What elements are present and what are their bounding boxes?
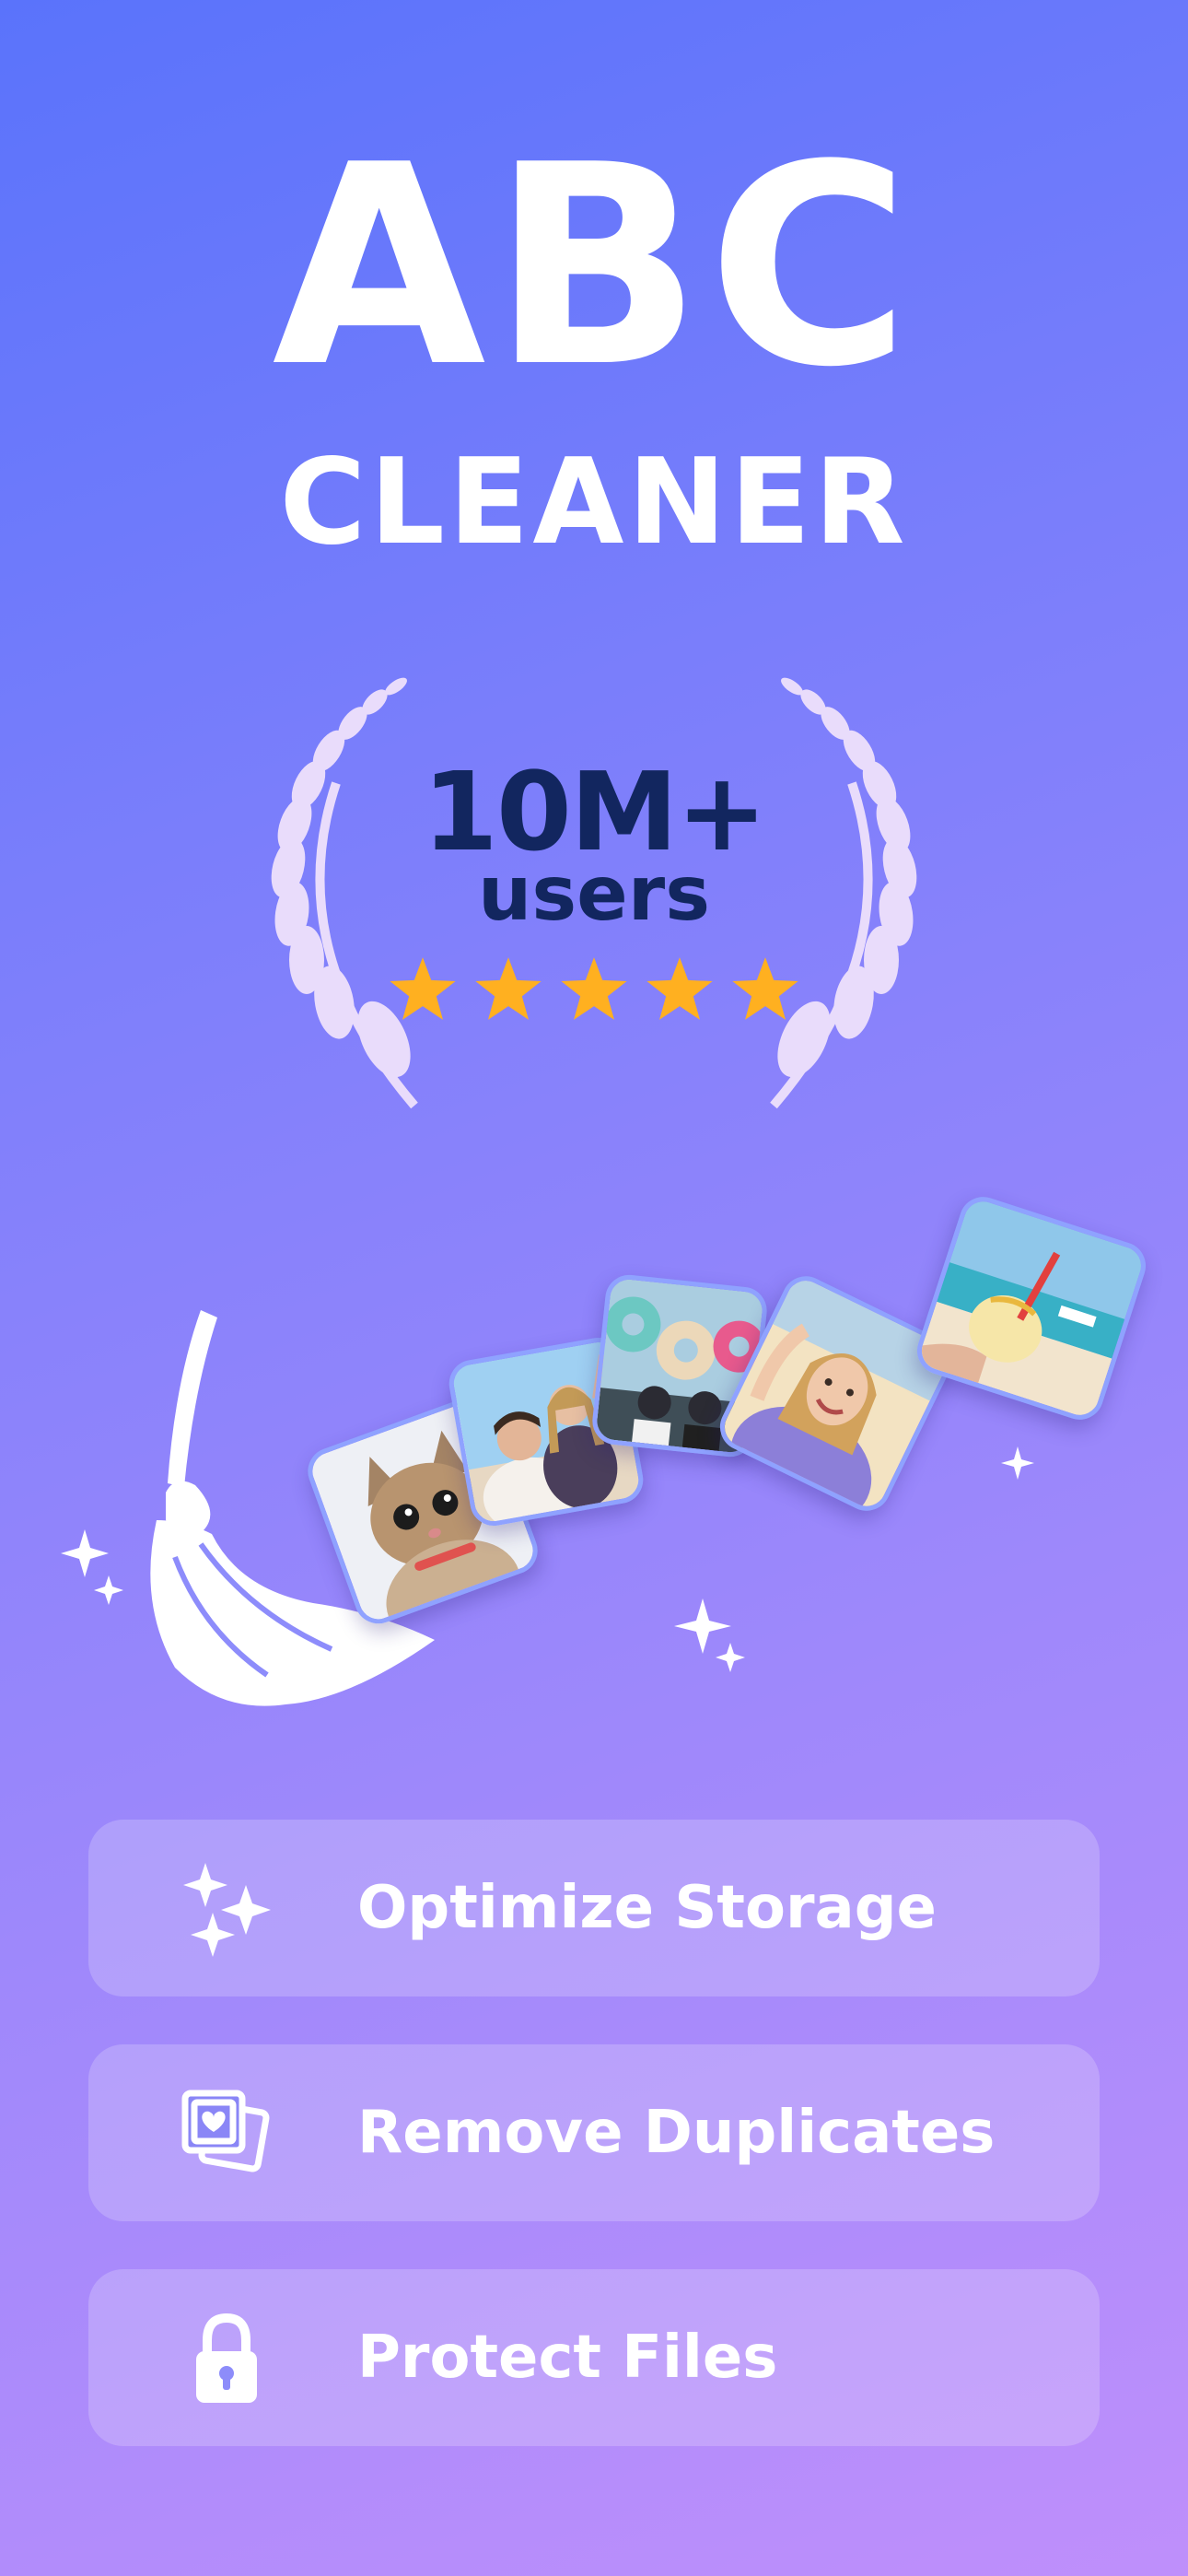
onboarding-screen: ABC CLEANER 10M+ users Optimize Storage … (0, 0, 1188, 2576)
feature-remove-duplicates[interactable]: Remove Duplicates (88, 2044, 1100, 2221)
photos-icon (181, 2090, 270, 2172)
star-icon (475, 957, 542, 1020)
star-icon (646, 957, 713, 1020)
users-award-badge: 10M+ users (226, 673, 962, 1115)
star-icon (390, 957, 456, 1020)
feature-label: Optimize Storage (357, 1874, 937, 1942)
app-subtitle: CLEANER (279, 434, 909, 571)
users-label: users (477, 850, 711, 938)
beach-drink-photo (911, 1190, 1152, 1426)
sparkles-icon (183, 1863, 271, 1957)
star-icon (732, 957, 798, 1020)
feature-optimize-storage[interactable]: Optimize Storage (88, 1820, 1100, 1996)
feature-protect-files[interactable]: Protect Files (88, 2269, 1100, 2446)
cleaning-illustration (0, 1170, 1188, 1760)
sparkle-small-icon (1001, 1446, 1034, 1480)
app-title: ABC (272, 106, 916, 427)
feature-label: Protect Files (357, 2324, 778, 2392)
feature-label: Remove Duplicates (357, 2099, 996, 2167)
rating-stars (387, 954, 801, 1028)
star-icon (561, 957, 627, 1020)
lock-icon (196, 2313, 257, 2403)
sparkle-icon (674, 1598, 745, 1672)
